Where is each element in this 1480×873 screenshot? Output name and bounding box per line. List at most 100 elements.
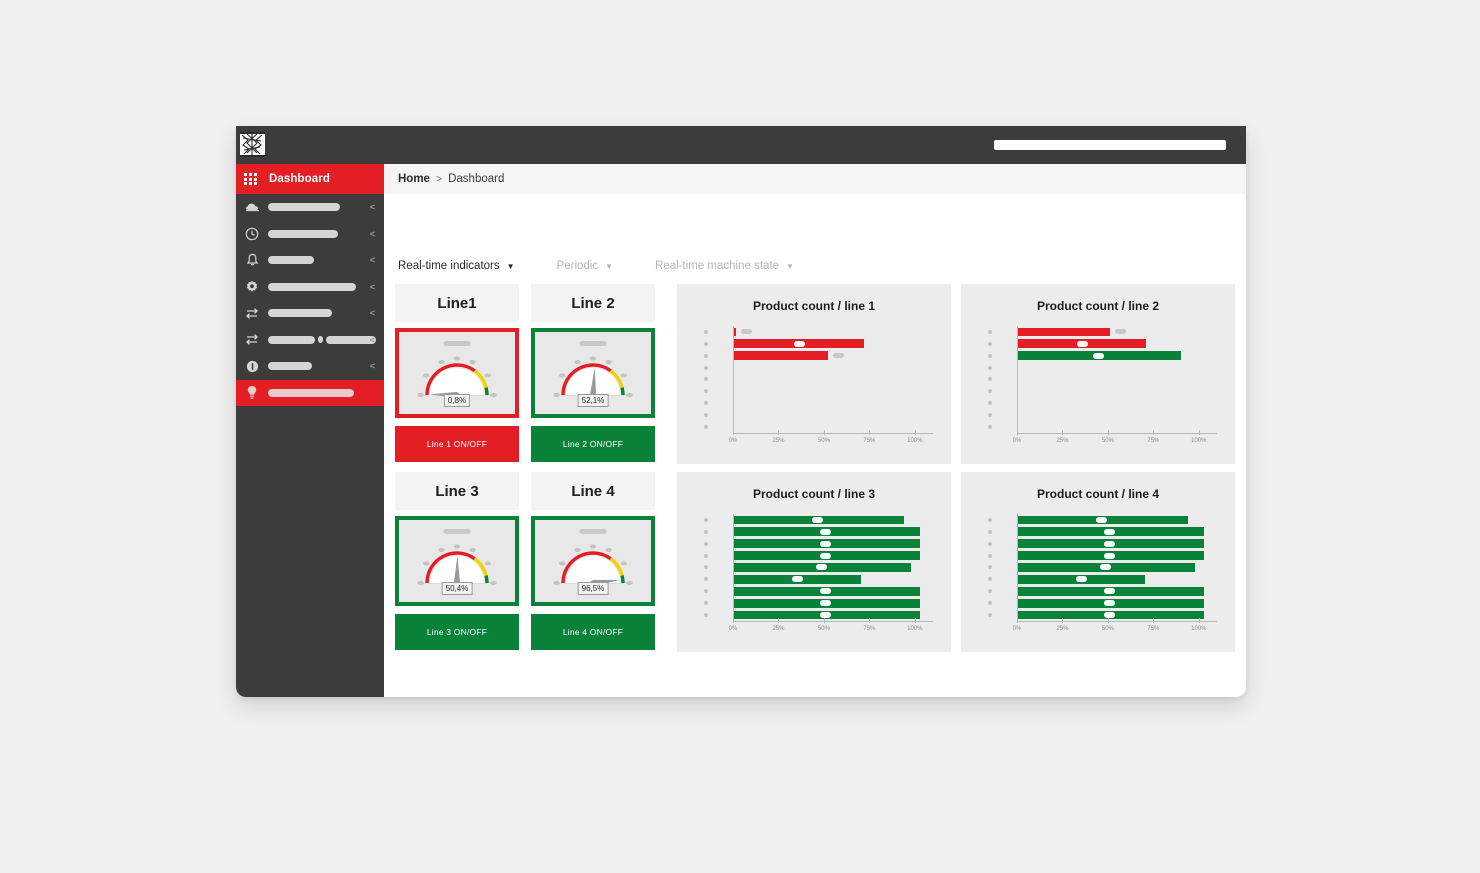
line-onoff-button-3[interactable]: Line 3 ON/OFF bbox=[395, 614, 519, 650]
chart-bar-row[interactable] bbox=[988, 562, 1217, 574]
dashboard-grid: Line1 0,8% Line 1 ON/OFF Line 2 52,1% Li… bbox=[395, 284, 1235, 660]
chart-tick bbox=[778, 618, 780, 623]
chart-bar-row[interactable] bbox=[988, 385, 1217, 397]
chart-bar-row[interactable] bbox=[988, 526, 1217, 538]
chevron-left-icon[interactable]: < bbox=[370, 308, 375, 318]
chart-tick-label: 0% bbox=[728, 438, 738, 444]
breadcrumb-home[interactable]: Home bbox=[398, 173, 430, 185]
chart-category-dot bbox=[704, 517, 708, 522]
chart-tick bbox=[1107, 618, 1109, 623]
chart-value-label-redacted bbox=[1103, 540, 1115, 547]
gauge-widget-line-4[interactable]: 96,5% bbox=[531, 516, 655, 606]
grid-icon bbox=[244, 173, 260, 185]
sidebar-item-2[interactable]: < bbox=[236, 221, 384, 248]
sidebar-item-6[interactable]: < bbox=[236, 327, 384, 354]
chart-bar-row[interactable] bbox=[704, 538, 933, 550]
info-icon bbox=[244, 358, 260, 374]
chart-value-label-redacted bbox=[740, 329, 752, 335]
chart-bar-row[interactable] bbox=[988, 362, 1217, 374]
chart-tick-label: 50% bbox=[817, 438, 830, 444]
chart-value-label-redacted bbox=[1076, 576, 1088, 583]
chevron-left-icon[interactable]: < bbox=[370, 361, 375, 371]
chart-bar-row[interactable] bbox=[704, 385, 933, 397]
chart-tick-label: 0% bbox=[728, 626, 738, 632]
chart-bar-row[interactable] bbox=[704, 514, 933, 526]
chart-plot-area: 0% 25% 50% 75% 100% bbox=[987, 514, 1217, 632]
chart-card-line-1: Product count / line 1 0% 25% 50% 75% 100% bbox=[677, 284, 951, 464]
line-onoff-button-4[interactable]: Line 4 ON/OFF bbox=[531, 614, 655, 650]
chevron-left-icon[interactable]: < bbox=[370, 229, 375, 239]
sidebar-item-5[interactable]: < bbox=[236, 300, 384, 327]
chart-tick bbox=[914, 618, 916, 623]
topbar-search-field[interactable] bbox=[994, 140, 1226, 150]
filter-periodic[interactable]: Periodic ▼ bbox=[557, 260, 613, 272]
chart-bar-row[interactable] bbox=[988, 326, 1217, 338]
sidebar-item-1[interactable]: < bbox=[236, 194, 384, 221]
chart-value-label-redacted bbox=[819, 600, 831, 607]
dashboard-row-2: Line 3 50,4% Line 3 ON/OFF Line 4 96,5% … bbox=[395, 472, 1235, 652]
sidebar-item-dashboard[interactable]: Dashboard bbox=[236, 164, 384, 194]
chart-card-line-2: Product count / line 2 0% 25% 50% 75% 100% bbox=[961, 284, 1235, 464]
chart-bar-row[interactable] bbox=[704, 562, 933, 574]
chart-value-label-redacted bbox=[1103, 552, 1115, 559]
chart-bar-row[interactable] bbox=[988, 585, 1217, 597]
company-logo-icon[interactable] bbox=[240, 132, 265, 157]
chevron-left-icon[interactable]: < bbox=[370, 202, 375, 212]
chart-value-label-redacted bbox=[1115, 329, 1127, 335]
line-onoff-button-1[interactable]: Line 1 ON/OFF bbox=[395, 426, 519, 462]
chart-bar-row[interactable] bbox=[988, 514, 1217, 526]
breadcrumb: Home > Dashboard bbox=[384, 164, 1246, 194]
chart-tick bbox=[823, 430, 825, 435]
chart-bar-row[interactable] bbox=[988, 409, 1217, 421]
chart-title: Product count / line 1 bbox=[752, 299, 875, 313]
chart-bars bbox=[704, 326, 933, 433]
filter-realtime-indicators[interactable]: Real-time indicators ▼ bbox=[398, 260, 515, 272]
chevron-left-icon[interactable]: < bbox=[370, 282, 375, 292]
chart-bar-row[interactable] bbox=[988, 397, 1217, 409]
chart-tick bbox=[1062, 430, 1064, 435]
sidebar-item-4[interactable]: < bbox=[236, 274, 384, 301]
chart-bar-row[interactable] bbox=[988, 538, 1217, 550]
chart-tick-label: 50% bbox=[1101, 626, 1114, 632]
chart-bar-row[interactable] bbox=[704, 573, 933, 585]
chart-bar-row[interactable] bbox=[704, 597, 933, 609]
chart-bar-row[interactable] bbox=[704, 338, 933, 350]
chart-bar-row[interactable] bbox=[704, 409, 933, 421]
chart-bar-row[interactable] bbox=[704, 374, 933, 386]
chart-bar-row[interactable] bbox=[704, 526, 933, 538]
chart-category-dot bbox=[704, 565, 708, 570]
chart-bar[interactable] bbox=[1018, 327, 1111, 337]
chevron-left-icon[interactable]: < bbox=[370, 335, 375, 345]
gauge-widget-line-3[interactable]: 50,4% bbox=[395, 516, 519, 606]
chart-category-dot bbox=[704, 329, 708, 334]
chart-bar-row[interactable] bbox=[704, 362, 933, 374]
chart-bar-row[interactable] bbox=[704, 350, 933, 362]
chart-category-dot bbox=[988, 365, 992, 370]
chart-bar[interactable] bbox=[734, 327, 736, 337]
chart-bar-row[interactable] bbox=[988, 550, 1217, 562]
chart-bar-row[interactable] bbox=[988, 350, 1217, 362]
chart-bar-row[interactable] bbox=[704, 550, 933, 562]
chart-bar-row[interactable] bbox=[988, 338, 1217, 350]
chevron-left-icon[interactable]: < bbox=[370, 255, 375, 265]
sidebar-item-7[interactable]: < bbox=[236, 353, 384, 380]
chart-bar-row[interactable] bbox=[704, 585, 933, 597]
gauge-widget-line-1[interactable]: 0,8% bbox=[395, 328, 519, 418]
gauge-value-label: 52,1% bbox=[577, 394, 609, 407]
chart-tick bbox=[823, 618, 825, 623]
chart-bar-row[interactable] bbox=[988, 573, 1217, 585]
chart-bar-row[interactable] bbox=[704, 326, 933, 338]
line-onoff-button-2[interactable]: Line 2 ON/OFF bbox=[531, 426, 655, 462]
chart-category-dot bbox=[704, 413, 708, 418]
chart-bar-row[interactable] bbox=[988, 597, 1217, 609]
gauge-top-tab bbox=[443, 529, 471, 534]
sidebar-item-8-active[interactable] bbox=[236, 379, 384, 406]
chart-tick bbox=[1017, 430, 1018, 435]
chart-bar-row[interactable] bbox=[704, 397, 933, 409]
filter-realtime-machine-state[interactable]: Real-time machine state ▼ bbox=[655, 260, 794, 272]
sidebar-item-3[interactable]: < bbox=[236, 247, 384, 274]
chart-bar-row[interactable] bbox=[988, 374, 1217, 386]
gauge-widget-line-2[interactable]: 52,1% bbox=[531, 328, 655, 418]
chart-bar[interactable] bbox=[734, 351, 829, 361]
chart-tick-label: 100% bbox=[907, 626, 923, 632]
